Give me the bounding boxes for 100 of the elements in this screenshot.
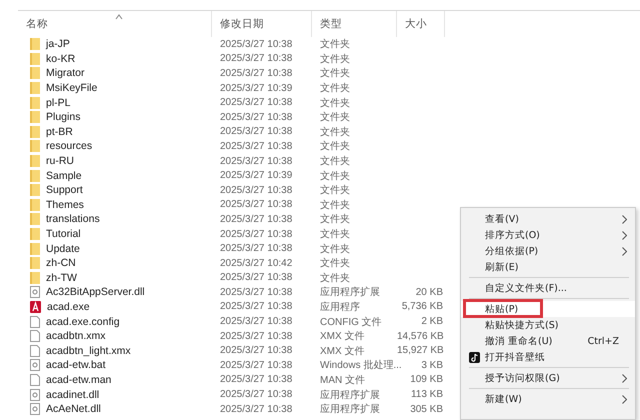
folder-icon [30,170,40,182]
folder-icon [30,184,40,196]
type-cell-text: 文件夹 [319,154,351,168]
file-name[interactable]: acad-etw.man [18,374,212,386]
menu-item[interactable]: 分组依据(P) [461,243,635,259]
file-name[interactable]: acadbtn.xmx [18,330,212,342]
file-name[interactable]: ja-JP [18,38,212,50]
date-cell-text: 2025/3/27 10:42 [219,258,294,269]
type-cell-text: 文件夹 [319,228,351,242]
file-name[interactable]: Migrator [18,67,212,80]
type-cell-text: 应用程序扩展 [319,286,381,300]
date-cell-text: 2025/3/27 10:38 [219,97,294,108]
file-name[interactable]: Update [18,242,212,255]
file-icon [30,316,40,328]
date-cell-text: 2025/3/27 10:38 [219,404,294,415]
folder-icon [30,96,40,109]
type-cell-text: 文件夹 [319,110,351,124]
file-name[interactable]: acad.exe.config [18,316,212,328]
sort-caret-icon [114,14,122,20]
file-name[interactable]: zh-CN [18,257,212,270]
menu-item[interactable]: 打开抖音壁纸 [461,349,635,365]
gear-file-icon [30,286,40,298]
column-header[interactable]: 大小 [397,11,445,37]
file-name[interactable]: translations [18,213,212,226]
file-name[interactable]: zh-TW [18,272,212,284]
folder-icon [30,155,40,168]
gear-file-icon [30,359,40,372]
type-cell-text: 文件夹 [319,170,351,183]
folder-icon [30,82,40,94]
date-cell-text: 2025/3/27 10:38 [219,68,294,79]
type-cell-text: 文件夹 [319,66,351,80]
folder-icon [30,272,40,284]
date-cell-text: 2025/3/27 10:38 [219,156,294,167]
date-cell-text: 2025/3/27 10:38 [219,316,294,328]
file-name[interactable]: AcAeNet.dll [18,403,212,416]
file-name[interactable]: acad.exe [18,300,212,313]
file-name[interactable]: ko-KR [18,52,212,65]
file-name[interactable]: acad-etw.bat [18,359,212,372]
column-header[interactable]: 名称 [18,11,212,37]
file-name[interactable]: acadinet.dll [18,388,212,401]
type-cell-text: 文件夹 [319,212,351,226]
file-name[interactable]: MsiKeyFile [18,82,212,94]
date-cell-text: 2025/3/27 10:38 [219,126,294,138]
file-name[interactable]: ru-RU [18,155,212,168]
type-cell-text: XMX 文件 [319,330,366,344]
folder-icon [30,228,40,240]
menu-item[interactable]: 查看(V) [461,211,635,227]
date-cell-text: 2025/3/27 10:38 [219,301,294,312]
file-name[interactable]: pl-PL [18,96,212,109]
file-name[interactable]: Sample [18,170,212,182]
menu-item[interactable]: 刷新(E) [461,259,635,275]
folder-icon [30,198,40,211]
date-cell-text: 2025/3/27 10:38 [219,184,294,196]
date-cell-text: 2025/3/27 10:38 [219,112,294,123]
type-cell-text: 文件夹 [319,272,351,285]
menu-item[interactable]: 自定义文件夹(F)... [461,280,635,296]
menu-item[interactable]: 授予访问权限(G) [461,370,635,386]
type-cell-text: 文件夹 [319,126,351,139]
date-cell-text: 2025/3/27 10:38 [219,374,294,386]
size-cell-text: 5,736 KB [400,301,444,312]
date-cell-text: 2025/3/27 10:39 [219,170,294,182]
date-cell-text: 2025/3/27 10:38 [219,140,294,152]
gear-file-icon [30,388,40,401]
folder-icon [30,213,40,226]
file-name[interactable]: Tutorial [18,228,212,240]
type-cell-text: 文件夹 [319,256,351,270]
type-cell-text: 应用程序 [319,300,361,314]
menu-item[interactable]: 粘贴(P) [461,301,635,317]
type-cell-text: 应用程序扩展 [319,402,381,416]
file-icon [30,344,40,357]
date-cell-text: 2025/3/27 10:38 [219,228,294,240]
date-cell-text: 2025/3/27 10:38 [219,345,294,356]
folder-icon [30,38,40,50]
file-name[interactable]: resources [18,140,212,152]
type-cell-text: CONFIG 文件 [319,316,383,329]
size-cell-text: 109 KB [409,374,444,386]
type-cell-text: 文件夹 [319,198,351,212]
date-cell-text: 2025/3/27 10:38 [219,330,294,342]
folder-icon [30,257,40,270]
menu-item[interactable]: 撤消 重命名(U) Ctrl+Z [461,333,635,349]
menu-item[interactable]: 排序方式(O) [461,227,635,243]
size-cell-text: 305 KB [409,404,444,415]
music-note-icon [469,352,480,363]
column-header[interactable]: 类型 [312,11,397,37]
file-name[interactable]: pt-BR [18,126,212,138]
menu-item[interactable]: 粘贴快捷方式(S) [461,317,635,333]
folder-icon [30,140,40,152]
folder-icon [30,242,40,255]
file-name[interactable]: Themes [18,198,212,211]
folder-icon [30,111,40,124]
file-name[interactable]: Plugins [18,111,212,124]
menu-item[interactable]: 新建(W) [461,391,635,407]
file-name[interactable]: Support [18,184,212,196]
file-name[interactable]: acadbtn_light.xmx [18,344,212,357]
type-cell-text: MAN 文件 [319,374,366,387]
column-header[interactable]: 修改日期 [212,11,312,37]
date-cell-text: 2025/3/27 10:38 [219,286,294,298]
date-cell-text: 2025/3/27 10:38 [219,199,294,210]
file-name[interactable]: Ac32BitAppServer.dll [18,286,212,298]
file-icon [30,330,40,342]
